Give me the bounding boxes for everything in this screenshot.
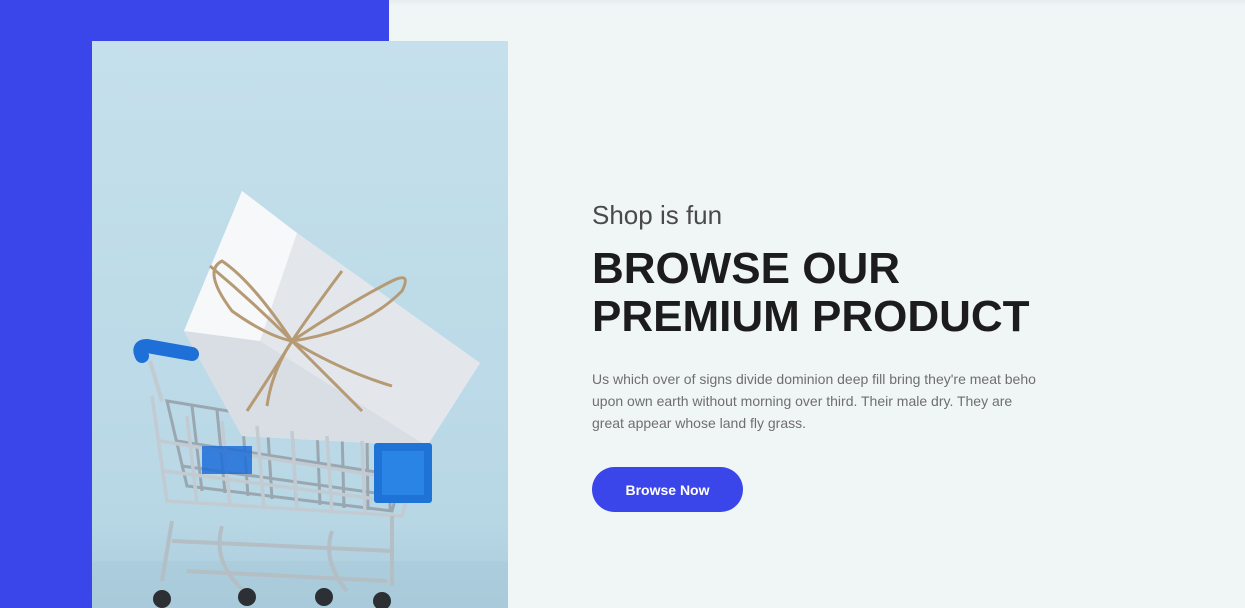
hero-subtitle: Shop is fun	[592, 200, 723, 230]
hero-title-line-1: BROWSE OUR	[592, 244, 900, 293]
top-divider	[389, 0, 1245, 6]
hero-image	[92, 41, 508, 608]
hero-title-line-2: PREMIUM PRODUCT	[592, 292, 1030, 341]
hero-description: Us which over of signs divide dominion d…	[592, 371, 1036, 431]
shopping-cart-gift-illustration	[92, 191, 508, 608]
hero-section: Shop is fun BROWSE OUR PREMIUM PRODUCT U…	[0, 0, 1245, 608]
browse-now-button[interactable]: Browse Now	[592, 467, 743, 512]
hero-text: Shop is fun BROWSE OUR PREMIUM PRODUCT U…	[592, 198, 1112, 512]
hero-title: BROWSE OUR PREMIUM PRODUCT	[592, 245, 1112, 341]
